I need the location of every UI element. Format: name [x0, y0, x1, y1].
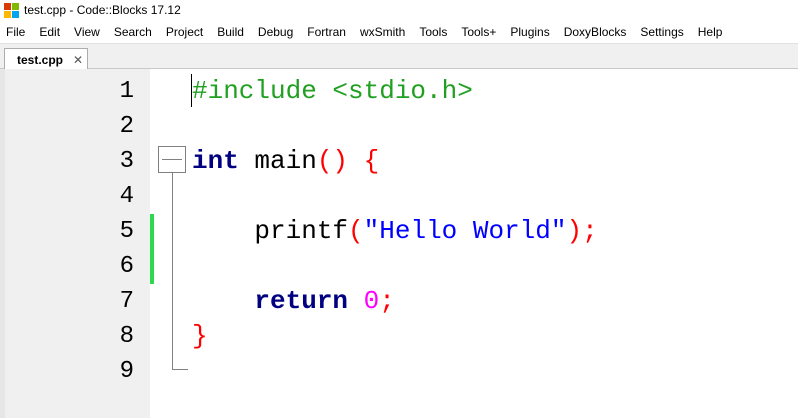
menu-doxyblocks[interactable]: DoxyBlocks — [557, 22, 634, 43]
line-number: 2 — [119, 113, 134, 140]
code-line-7: return 0; — [192, 284, 395, 319]
parentheses: () — [316, 146, 349, 176]
menu-plugins[interactable]: Plugins — [503, 22, 556, 43]
number-literal: 0 — [363, 286, 380, 316]
line-number: 7 — [119, 288, 134, 315]
line-number: 4 — [119, 183, 134, 210]
close-brace: } — [192, 321, 208, 351]
line-number: 5 — [119, 218, 134, 245]
fold-end — [172, 369, 188, 370]
close-paren-semicolon: ); — [566, 216, 598, 246]
menu-view[interactable]: View — [67, 22, 107, 43]
menu-build[interactable]: Build — [210, 22, 251, 43]
line-number: 6 — [119, 253, 134, 280]
function-call: printf — [254, 216, 349, 246]
string-literal: "Hello World" — [363, 216, 567, 246]
menu-wxsmith[interactable]: wxSmith — [353, 22, 412, 43]
line-number: 1 — [119, 78, 134, 105]
window-title: test.cpp - Code::Blocks 17.12 — [24, 3, 181, 17]
fold-margin — [150, 69, 190, 418]
menu-bar: File Edit View Search Project Build Debu… — [0, 22, 798, 43]
code-line-3: int main() { — [192, 144, 379, 179]
fold-collapse-icon[interactable] — [158, 146, 186, 173]
open-paren: ( — [348, 216, 364, 246]
menu-debug[interactable]: Debug — [251, 22, 300, 43]
keyword: int — [192, 146, 239, 176]
menu-project[interactable]: Project — [159, 22, 210, 43]
menu-file[interactable]: File — [0, 22, 32, 43]
code-editor[interactable]: 1 2 3 4 5 6 7 8 9 #include <stdio.h> int… — [0, 69, 798, 418]
close-icon[interactable]: ✕ — [73, 54, 83, 66]
menu-fortran[interactable]: Fortran — [300, 22, 353, 43]
semicolon: ; — [379, 286, 395, 316]
code-line-8: } — [192, 319, 208, 354]
title-bar: test.cpp - Code::Blocks 17.12 — [0, 0, 798, 22]
line-number: 3 — [119, 148, 134, 175]
code-line-5: printf("Hello World"); — [192, 214, 598, 249]
change-marker — [150, 214, 154, 284]
fold-line — [172, 173, 173, 370]
line-number: 8 — [119, 323, 134, 350]
menu-tools-plus[interactable]: Tools+ — [454, 22, 503, 43]
line-number: 9 — [119, 358, 134, 385]
preprocessor-directive: #include <stdio.h> — [192, 76, 473, 106]
menu-edit[interactable]: Edit — [32, 22, 67, 43]
menu-settings[interactable]: Settings — [633, 22, 690, 43]
function-name: main — [238, 146, 317, 176]
menu-search[interactable]: Search — [107, 22, 159, 43]
keyword: return — [254, 286, 349, 316]
menu-help[interactable]: Help — [691, 22, 730, 43]
tab-test-cpp[interactable]: test.cpp ✕ — [4, 48, 88, 70]
codeblocks-logo-icon — [4, 3, 19, 18]
line-number-gutter: 1 2 3 4 5 6 7 8 9 — [5, 69, 150, 418]
editor-tab-strip: test.cpp ✕ — [0, 43, 798, 70]
tab-label: test.cpp — [17, 52, 64, 67]
menu-tools[interactable]: Tools — [412, 22, 454, 43]
code-line-1: #include <stdio.h> — [192, 74, 473, 109]
open-brace: { — [363, 146, 380, 176]
